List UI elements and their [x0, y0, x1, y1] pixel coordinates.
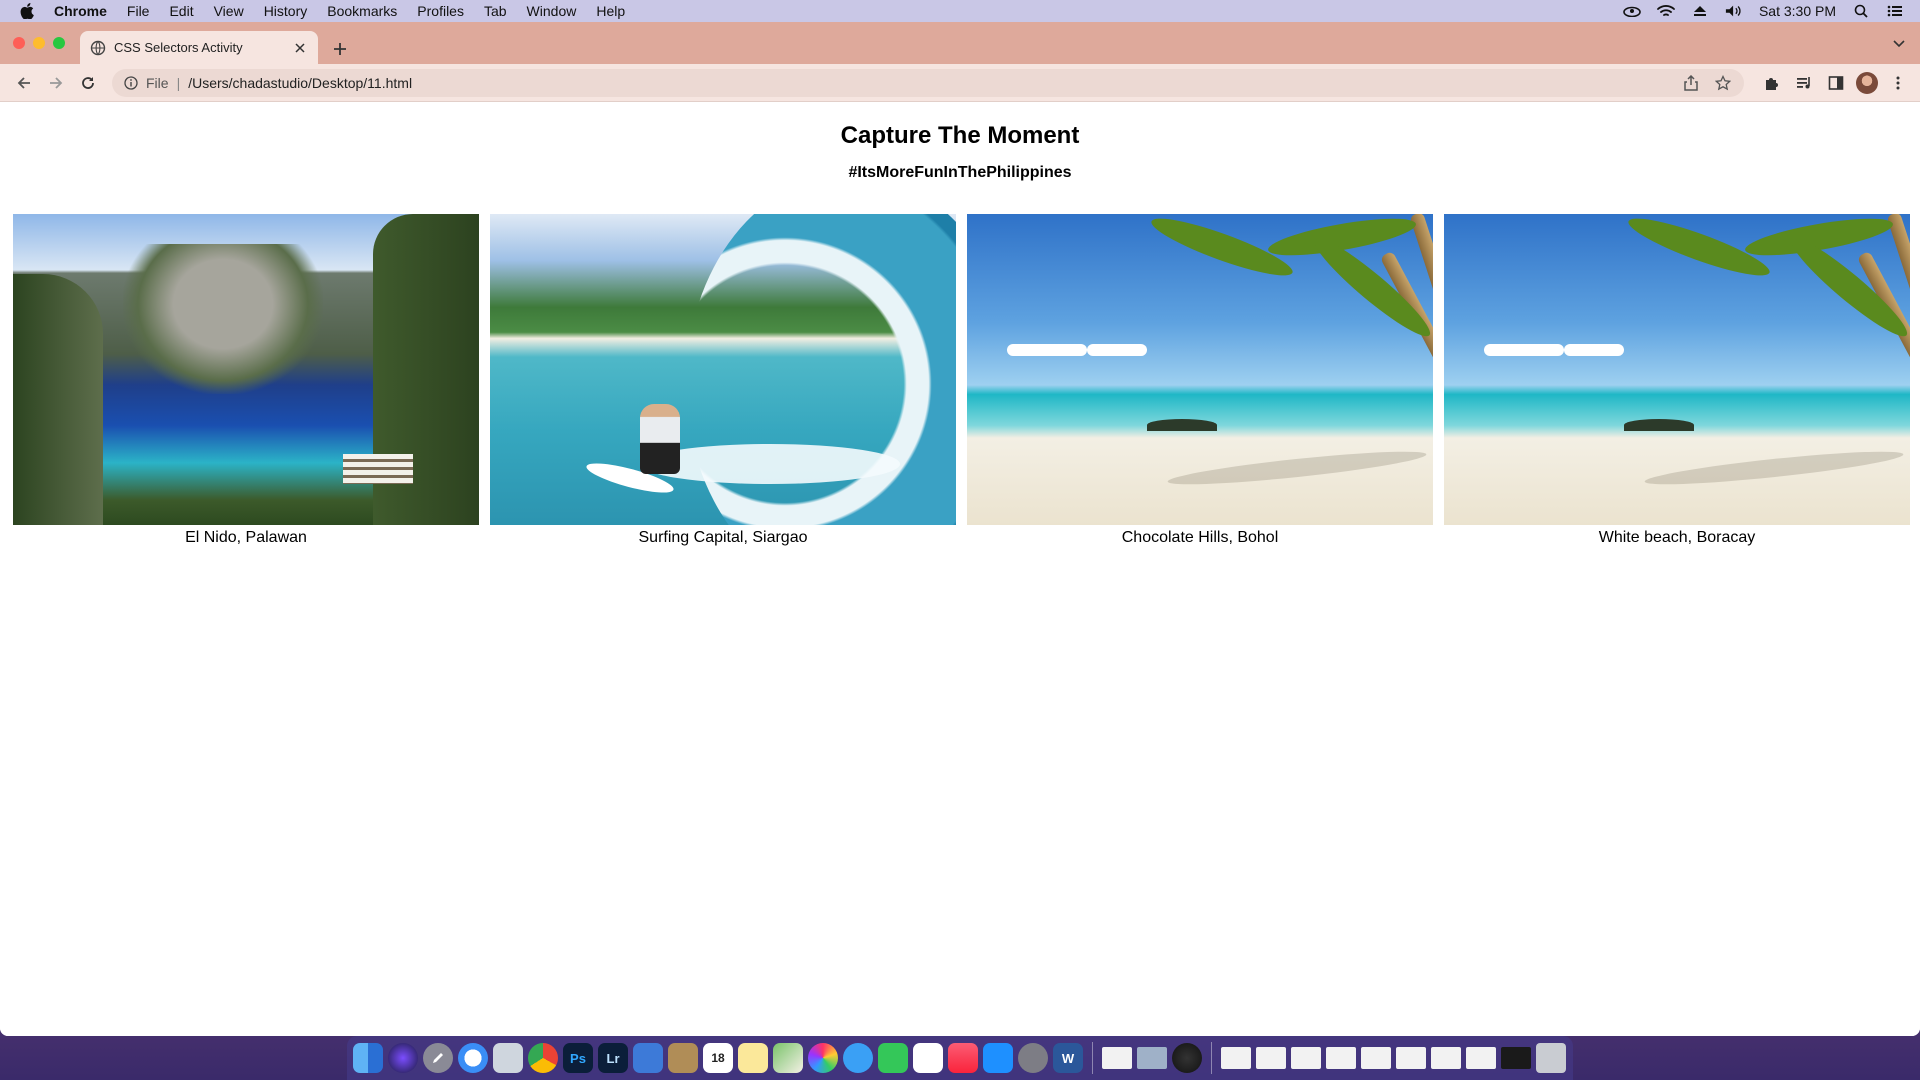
calendar-icon[interactable]: 18: [703, 1043, 733, 1073]
music-icon[interactable]: [948, 1043, 978, 1073]
media-queue-icon[interactable]: [1792, 71, 1816, 95]
dock-window-thumbnail[interactable]: [1396, 1047, 1426, 1069]
forward-arrow-icon[interactable]: [42, 69, 70, 97]
dock-divider: [1092, 1042, 1093, 1074]
photo-siargao-surfer: [490, 214, 956, 525]
photos-icon[interactable]: [808, 1043, 838, 1073]
dock-window-thumbnail[interactable]: [1256, 1047, 1286, 1069]
photo-gallery: El Nido, Palawan Surfing Capital, Siarga…: [13, 214, 1910, 547]
wifi-icon[interactable]: [1657, 4, 1675, 18]
caption-boracay: White beach, Boracay: [1598, 529, 1756, 546]
minimize-window-button[interactable]: [33, 37, 45, 49]
new-tab-button[interactable]: [330, 36, 350, 62]
reminders-icon[interactable]: [913, 1043, 943, 1073]
eject-icon[interactable]: [1691, 4, 1709, 18]
photo-bohol-palm-beach: [967, 214, 1433, 525]
more-options-kebab-icon[interactable]: [1886, 71, 1910, 95]
side-panel-icon[interactable]: [1824, 71, 1848, 95]
menu-edit[interactable]: Edit: [169, 3, 193, 19]
caption-bohol: Chocolate Hills, Bohol: [1121, 529, 1279, 546]
facetime-icon[interactable]: [878, 1043, 908, 1073]
control-center-icon[interactable]: [1886, 4, 1904, 18]
launchpad-rocket-icon[interactable]: [423, 1043, 453, 1073]
trash-icon[interactable]: [1536, 1043, 1566, 1073]
url-text[interactable]: /Users/chadastudio/Desktop/11.html: [188, 75, 1668, 91]
menu-history[interactable]: History: [264, 3, 308, 19]
dock-window-thumbnail[interactable]: [1501, 1047, 1531, 1069]
window-controls: [13, 37, 65, 49]
caption-el-nido: El Nido, Palawan: [185, 529, 307, 546]
photo-el-nido-lagoon: [13, 214, 479, 525]
profile-avatar[interactable]: [1856, 71, 1878, 94]
dock-window-thumbnail[interactable]: [1466, 1047, 1496, 1069]
reload-icon[interactable]: [74, 69, 102, 97]
siri-icon[interactable]: [388, 1043, 418, 1073]
tab-css-selectors-activity[interactable]: CSS Selectors Activity: [80, 31, 318, 64]
macos-menu-bar: Chrome File Edit View History Bookmarks …: [0, 0, 1920, 22]
apple-menu-icon[interactable]: [20, 3, 36, 19]
tab-title: CSS Selectors Activity: [114, 40, 243, 55]
menu-help[interactable]: Help: [596, 3, 625, 19]
notes-tan-icon[interactable]: [668, 1043, 698, 1073]
safari-compass-icon[interactable]: [458, 1043, 488, 1073]
page-subtitle: #ItsMoreFunInThePhilippines: [848, 164, 1072, 181]
page-content: Capture The Moment #ItsMoreFunInThePhili…: [0, 102, 1920, 1036]
extensions-puzzle-icon[interactable]: [1760, 71, 1784, 95]
close-tab-icon[interactable]: [292, 40, 308, 56]
lightroom-icon[interactable]: Lr: [598, 1043, 628, 1073]
menu-view[interactable]: View: [214, 3, 244, 19]
info-icon[interactable]: [124, 75, 138, 90]
system-preferences-gear-icon[interactable]: [1018, 1043, 1048, 1073]
back-arrow-icon[interactable]: [10, 69, 38, 97]
zoom-window-button[interactable]: [53, 37, 65, 49]
creative-cloud-icon[interactable]: [1623, 4, 1641, 18]
dock-window-thumbnail[interactable]: [1326, 1047, 1356, 1069]
gallery-card-boracay: White beach, Boracay: [1444, 214, 1910, 547]
dock-media-thumbnail[interactable]: [1172, 1043, 1202, 1073]
dock-window-thumbnail[interactable]: [1221, 1047, 1251, 1069]
gallery-card-siargao: Surfing Capital, Siargao: [490, 214, 956, 547]
browser-window: CSS Selectors Activity File | /Users/cha…: [0, 22, 1920, 1036]
photo-boracay-palm-beach: [1444, 214, 1910, 525]
word-icon[interactable]: W: [1053, 1043, 1083, 1073]
menu-clock[interactable]: Sat 3:30 PM: [1759, 3, 1836, 19]
dock-window-thumbnail[interactable]: [1361, 1047, 1391, 1069]
bookmark-star-icon[interactable]: [1714, 74, 1732, 92]
dock-document-thumbnail[interactable]: [1137, 1047, 1167, 1069]
menu-bookmarks[interactable]: Bookmarks: [327, 3, 397, 19]
gallery-card-el-nido: El Nido, Palawan: [13, 214, 479, 547]
tab-strip: CSS Selectors Activity: [0, 22, 1920, 64]
close-window-button[interactable]: [13, 37, 25, 49]
image-capture-icon[interactable]: [633, 1043, 663, 1073]
menu-window[interactable]: Window: [527, 3, 577, 19]
gallery-card-bohol: Chocolate Hills, Bohol: [967, 214, 1433, 547]
scheme-label: File: [146, 74, 169, 91]
caption-siargao: Surfing Capital, Siargao: [638, 529, 808, 546]
globe-icon: [90, 40, 106, 55]
tab-search-chevron-down-icon[interactable]: [1892, 36, 1908, 52]
menu-profiles[interactable]: Profiles: [417, 3, 464, 19]
address-bar[interactable]: File | /Users/chadastudio/Desktop/11.htm…: [112, 68, 1744, 97]
dock-document-thumbnail[interactable]: [1102, 1047, 1132, 1069]
dock-window-thumbnail[interactable]: [1291, 1047, 1321, 1069]
chrome-icon[interactable]: [528, 1043, 558, 1073]
maps-icon[interactable]: [773, 1043, 803, 1073]
spotlight-search-icon[interactable]: [1852, 4, 1870, 18]
notes-icon[interactable]: [738, 1043, 768, 1073]
dock-divider: [1211, 1042, 1212, 1074]
dock-window-thumbnail[interactable]: [1431, 1047, 1461, 1069]
preview-icon[interactable]: [493, 1043, 523, 1073]
menu-app-name[interactable]: Chrome: [54, 3, 107, 19]
browser-toolbar: File | /Users/chadastudio/Desktop/11.htm…: [0, 64, 1920, 102]
page-title: Capture The Moment: [840, 122, 1080, 149]
macos-dock: Ps Lr 18 W: [347, 1036, 1573, 1080]
app-store-icon[interactable]: [983, 1043, 1013, 1073]
photoshop-icon[interactable]: Ps: [563, 1043, 593, 1073]
finder-icon[interactable]: [353, 1043, 383, 1073]
menu-tab[interactable]: Tab: [484, 3, 507, 19]
messages-icon[interactable]: [843, 1043, 873, 1073]
volume-icon[interactable]: [1725, 4, 1743, 18]
menu-file[interactable]: File: [127, 3, 150, 19]
share-icon[interactable]: [1682, 74, 1700, 92]
